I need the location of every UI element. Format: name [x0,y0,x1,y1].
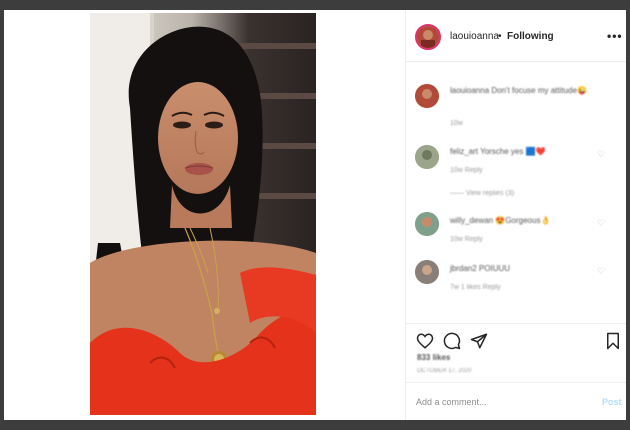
comment-like-icon[interactable]: ♡ [597,266,605,277]
comment-text: jbrdan2 POIUUU [450,264,511,273]
author-avatar[interactable] [415,24,441,50]
comment-icon[interactable] [443,332,461,350]
comment-like-icon[interactable]: ♡ [597,218,605,229]
comment-text: feliz_art Yorsche yes 🟦❤️ [450,147,546,156]
separator-dot: • [498,31,502,42]
comment-avatar[interactable] [415,212,439,236]
comment-avatar-image [415,145,439,169]
share-icon[interactable] [470,332,488,350]
post-photo[interactable] [90,13,316,415]
post-header: laouioanna • Following ••• [406,10,626,62]
heart-icon[interactable] [416,332,434,350]
comment-avatar-image [415,260,439,284]
author-username[interactable]: laouioanna [450,31,499,42]
view-replies-link[interactable]: —— View replies (3) [450,190,514,197]
post-modal: laouioanna • Following ••• laouioanna Do… [4,10,626,420]
comment-text: willy_dewan 😍Gorgeous👌 [450,216,551,225]
media-area [4,10,405,420]
following-button[interactable]: Following [507,31,554,42]
comment-avatar-image [415,212,439,236]
bookmark-icon[interactable] [604,332,622,350]
post-date: OCTOBER 17, 2020 [417,368,472,374]
likes-count[interactable]: 833 likes [417,353,450,362]
post-sidebar: laouioanna • Following ••• laouioanna Do… [405,10,626,420]
photo-illustration [90,13,316,415]
post-actions [406,323,626,353]
comment-avatar[interactable] [415,145,439,169]
comment-text: laouioanna Don't focuse my attitude😜 [450,86,587,95]
post-comment-button[interactable]: Post [602,397,622,407]
comment-meta: 10w [450,120,463,127]
comment-avatar[interactable] [415,260,439,284]
comment-meta: 7w 1 likes Reply [450,284,501,291]
more-horizontal-icon[interactable]: ••• [607,29,623,43]
comment-avatar[interactable] [415,84,439,108]
comments-list: laouioanna Don't focuse my attitude😜 10w… [406,62,626,318]
comment-avatar-image [415,84,439,108]
comment-input[interactable] [416,397,586,407]
author-avatar-image [417,26,439,48]
comment-meta: 10w Reply [450,236,483,243]
browser-frame: laouioanna • Following ••• laouioanna Do… [0,0,630,430]
comment-meta: 10w Reply [450,167,483,174]
comment-like-icon[interactable]: ♡ [597,149,605,160]
add-comment-bar: Post [406,382,626,420]
